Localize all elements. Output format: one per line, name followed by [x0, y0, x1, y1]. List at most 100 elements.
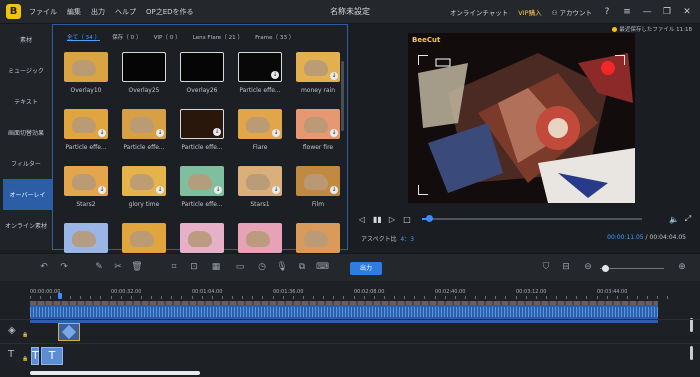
- download-icon[interactable]: ↓: [272, 129, 280, 137]
- duration-icon[interactable]: ◷: [256, 262, 268, 272]
- menu-item[interactable]: ファイル: [29, 7, 57, 17]
- overlay-item[interactable]: ↓ Film: [296, 166, 340, 208]
- download-icon[interactable]: ↓: [330, 129, 338, 137]
- overlay-item[interactable]: ↓ glory time: [122, 166, 166, 208]
- download-icon[interactable]: ↓: [271, 71, 279, 79]
- download-icon[interactable]: ↓: [213, 128, 221, 136]
- download-icon[interactable]: ↓: [330, 186, 338, 194]
- menu-item[interactable]: 編集: [67, 7, 81, 17]
- overlay-item[interactable]: Overlay10: [64, 52, 108, 94]
- vip-purchase-link[interactable]: VIP購入: [518, 7, 541, 17]
- next-frame-icon[interactable]: ▷: [388, 215, 396, 224]
- library-subtab[interactable]: 全て（ 34 ）: [67, 33, 100, 41]
- overlay-item[interactable]: Overlay26: [180, 52, 224, 94]
- record-icon[interactable]: 🎙: [276, 262, 288, 272]
- video-preview[interactable]: BeeCut: [408, 33, 635, 203]
- pip-icon[interactable]: ⧉: [296, 262, 308, 272]
- library-subtab[interactable]: Frame（ 33 ）: [255, 33, 294, 41]
- menu-item[interactable]: OP之EDを作る: [146, 7, 194, 17]
- library-scrollbar[interactable]: [341, 61, 344, 131]
- zoom-in-icon[interactable]: ⊕: [676, 262, 688, 272]
- overlay-item[interactable]: [238, 223, 282, 253]
- category-tab[interactable]: オンライン素材: [0, 210, 52, 241]
- previous-frame-icon[interactable]: ◁: [358, 215, 366, 224]
- minimize-icon[interactable]: —: [642, 7, 652, 17]
- seek-bar[interactable]: [422, 215, 642, 222]
- seek-handle[interactable]: [425, 215, 433, 222]
- category-tab[interactable]: 素材: [0, 24, 52, 55]
- zoom-icon[interactable]: ⊡: [188, 262, 200, 272]
- fit-timeline-icon[interactable]: ⊟: [560, 262, 572, 272]
- ruler-tick: [121, 296, 122, 299]
- text-clip[interactable]: T: [41, 347, 63, 365]
- hamburger-menu-icon[interactable]: ≡: [622, 7, 632, 17]
- overlay-item[interactable]: ↓ Particle effe...: [238, 52, 282, 94]
- overlay-item[interactable]: ↓ flower fire: [296, 109, 340, 151]
- account-button[interactable]: ⚇ アカウント: [552, 7, 592, 17]
- category-tab[interactable]: テキスト: [0, 86, 52, 117]
- zoom-handle[interactable]: [602, 265, 610, 272]
- cut-icon[interactable]: ✂: [112, 262, 124, 272]
- overlay-item[interactable]: ↓ Stars2: [64, 166, 108, 208]
- overlay-item[interactable]: ↓ Particle effe...: [64, 109, 108, 151]
- marker-icon[interactable]: ⛉: [540, 262, 552, 272]
- overlay-item[interactable]: ↓ Stars1: [238, 166, 282, 208]
- delete-icon[interactable]: 🗑: [131, 262, 143, 272]
- mosaic-icon[interactable]: ▦: [210, 262, 222, 272]
- close-icon[interactable]: ✕: [682, 7, 692, 17]
- overlay-item[interactable]: [122, 223, 166, 253]
- lock-icon[interactable]: 🔒: [22, 332, 28, 338]
- help-icon[interactable]: ?: [602, 7, 612, 17]
- pause-icon[interactable]: ▮▮: [373, 215, 382, 224]
- crop-icon[interactable]: ⌗: [168, 262, 180, 272]
- library-subtab[interactable]: VIP（ 0 ）: [154, 33, 181, 41]
- download-icon[interactable]: ↓: [214, 186, 222, 194]
- cat-thumbnail-image: [304, 174, 328, 190]
- volume-icon[interactable]: 🔈: [669, 215, 679, 224]
- download-icon[interactable]: ↓: [272, 186, 280, 194]
- overlay-item[interactable]: [64, 223, 108, 253]
- overlay-item[interactable]: Overlay25: [122, 52, 166, 94]
- timeline-zoom-slider[interactable]: [600, 265, 664, 272]
- overlay-item[interactable]: ↓ money rain: [296, 52, 340, 94]
- stop-icon[interactable]: □: [403, 215, 411, 224]
- category-tab[interactable]: フィルター: [0, 148, 52, 179]
- category-tab[interactable]: オーバーレイ: [3, 179, 52, 210]
- freeze-icon[interactable]: ▭: [234, 262, 246, 272]
- playhead[interactable]: [58, 293, 62, 299]
- zoom-out-icon[interactable]: ⊖: [582, 262, 594, 272]
- time-ruler[interactable]: 00:00:00.00 00:00:32.00 00:01:04.00 00:01:3…: [30, 286, 668, 299]
- edit-icon[interactable]: ✎: [93, 262, 105, 272]
- library-subtab[interactable]: 保存（ 0 ）: [112, 33, 142, 41]
- overlay-item[interactable]: ↓ Particle effe...: [180, 109, 224, 151]
- overlay-item[interactable]: ↓ Flare: [238, 109, 282, 151]
- ruler-tick: [394, 296, 395, 299]
- download-icon[interactable]: ↓: [330, 72, 338, 80]
- aspect-ratio-value[interactable]: 4：3: [400, 236, 414, 243]
- online-chat-link[interactable]: オンラインチャット: [450, 7, 508, 17]
- text-clip[interactable]: T: [31, 347, 39, 365]
- redo-icon[interactable]: ↷: [58, 262, 70, 272]
- download-icon[interactable]: ↓: [156, 186, 164, 194]
- overlay-item[interactable]: [296, 223, 340, 253]
- timeline-scrollbar-bottom[interactable]: [690, 346, 693, 360]
- menu-item[interactable]: 出力: [91, 7, 105, 17]
- download-icon[interactable]: ↓: [98, 129, 106, 137]
- category-tab[interactable]: ミュージック: [0, 55, 52, 86]
- download-icon[interactable]: ↓: [156, 129, 164, 137]
- overlay-item[interactable]: ↓ Particle effe...: [180, 166, 224, 208]
- download-icon[interactable]: ↓: [98, 186, 106, 194]
- overlay-clip[interactable]: [58, 323, 80, 341]
- timeline-horizontal-scrollbar[interactable]: [30, 371, 200, 375]
- overlay-item[interactable]: [180, 223, 224, 253]
- library-subtab[interactable]: Lens Flare（ 21 ）: [193, 33, 243, 41]
- menu-item[interactable]: ヘルプ: [115, 7, 136, 17]
- restore-icon[interactable]: ❐: [662, 7, 672, 17]
- overlay-item[interactable]: ↓ Particle effe...: [122, 109, 166, 151]
- subtitle-icon[interactable]: ⌨: [316, 262, 329, 272]
- undo-icon[interactable]: ↶: [38, 262, 50, 272]
- export-button[interactable]: 出力: [350, 262, 382, 275]
- category-tab[interactable]: 画面切替効果: [0, 117, 52, 148]
- fullscreen-icon[interactable]: ⤢: [684, 214, 692, 224]
- lock-icon[interactable]: 🔒: [22, 356, 28, 362]
